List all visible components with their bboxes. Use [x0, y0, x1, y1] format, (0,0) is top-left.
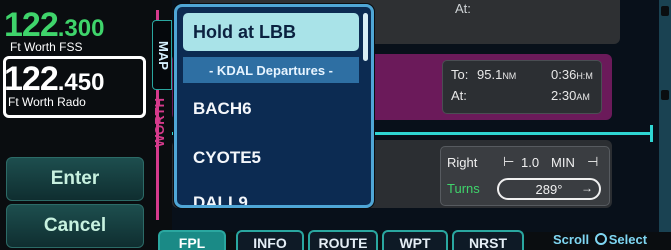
com1-station-label: Ft Worth FSS [10, 40, 83, 54]
to-label: To: [451, 67, 469, 82]
hold-connector-cap [650, 125, 653, 142]
indicator-middle [661, 90, 669, 100]
enter-button[interactable]: Enter [6, 157, 144, 201]
eta-value: 2:30AM [551, 88, 590, 103]
tab-nrst[interactable]: NRST [452, 230, 524, 250]
select-hint-label: Select [608, 232, 648, 247]
cancel-button[interactable]: Cancel [6, 204, 144, 248]
dropdown-scrollbar[interactable] [363, 13, 368, 61]
avionics-screen: 122.300 Ft Worth FSS 122.450 Ft Worth Ra… [0, 0, 671, 250]
indicator-top [661, 6, 669, 16]
leg-length-value: 1.0 [521, 155, 540, 170]
dropdown-item[interactable]: BACH6 [193, 99, 252, 119]
tab-wpt[interactable]: WPT [382, 230, 448, 250]
tab-route[interactable]: ROUTE [308, 230, 378, 250]
previous-at-label: At: [455, 1, 471, 16]
dropdown-item[interactable]: DALL9 [193, 193, 248, 205]
com1-freq-khz: .300 [57, 15, 105, 42]
com1-frequency[interactable]: 122.300 [4, 8, 104, 43]
eta-number: 2:30 [551, 88, 577, 103]
inbound-course-value: 289° [535, 181, 563, 197]
leg-length-unit: MIN [551, 155, 575, 170]
map-tab-label: MAP [156, 41, 171, 70]
tab-fpl[interactable]: FPL [158, 230, 226, 250]
com2-freq-mhz: 122 [4, 60, 59, 98]
right-bezel-strip [659, 0, 671, 250]
at-label: At: [451, 88, 467, 103]
scroll-hint-label: Scroll [553, 232, 590, 247]
dropdown-selected-item[interactable]: Hold at LBB [183, 13, 359, 51]
map-label-worth: WORTH [152, 98, 167, 148]
ete-value: 0:36H:M [551, 67, 593, 82]
tab-info[interactable]: INFO [236, 230, 304, 250]
leg-length-bracket-left: ⊢ [503, 154, 515, 169]
tab-map[interactable]: MAP [152, 20, 172, 90]
hold-turn-arrow-icon: → [581, 181, 593, 195]
com2-station-label: Ft Worth Rado [8, 95, 86, 109]
dropdown-section-header: - KDAL Departures - [183, 57, 359, 83]
procedure-dropdown[interactable]: Hold at LBB - KDAL Departures - BACH6 CY… [174, 4, 374, 208]
ete-number: 0:36 [551, 67, 577, 82]
dropdown-item[interactable]: CYOTE5 [193, 148, 261, 168]
com1-freq-mhz: 122 [4, 6, 59, 44]
inbound-course-box[interactable]: 289° → [497, 178, 601, 200]
distance-number: 95.1 [477, 67, 503, 82]
hold-direction: Right [447, 155, 478, 170]
knob-icon [594, 233, 607, 245]
hold-info-panel: Right ⊢ 1.0 MIN ⊣ Turns 289° → [440, 146, 610, 206]
radio-panel: 122.300 Ft Worth FSS 122.450 Ft Worth Ra… [0, 0, 150, 250]
leg-info-panel: To: 95.1NM 0:36H:M At: 2:30AM [442, 60, 602, 114]
com2-freq-khz: .450 [57, 69, 105, 96]
leg-length-bracket-right: ⊣ [587, 154, 599, 169]
turns-label: Turns [447, 181, 480, 196]
distance-value: 95.1NM [477, 67, 516, 82]
ete-unit: H:M [576, 71, 593, 81]
com2-frequency: 122.450 [4, 62, 104, 97]
distance-unit: NM [502, 71, 517, 81]
knob-hint: Scroll Select [553, 232, 647, 247]
eta-unit: AM [576, 92, 590, 102]
